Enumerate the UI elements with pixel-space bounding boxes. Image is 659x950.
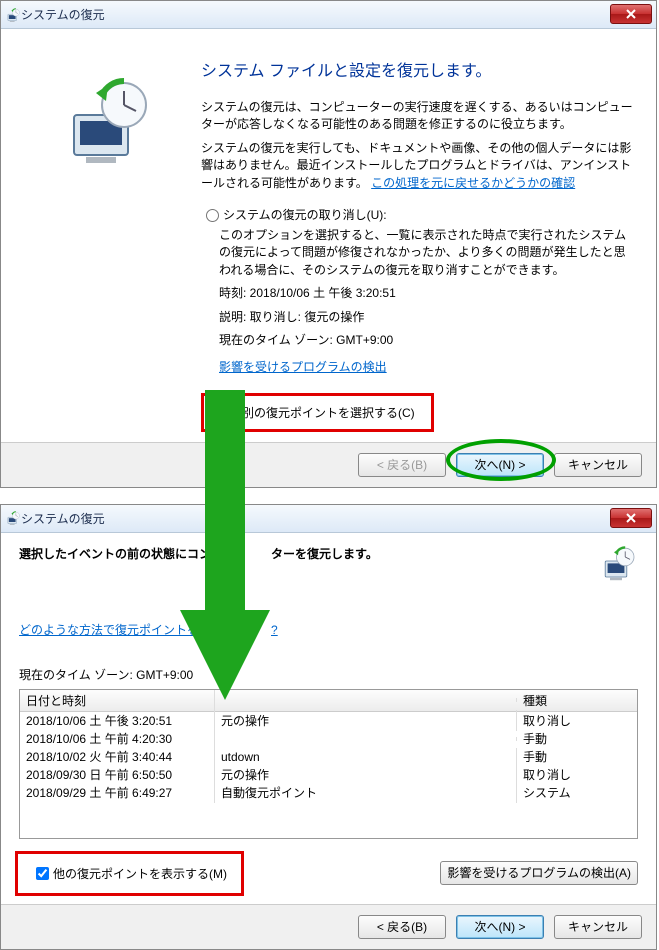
restore-icon [56, 75, 156, 165]
undo-tz-row: 現在のタイム ゾーン: GMT+9:00 [219, 332, 636, 349]
timezone-line: 現在のタイム ゾーン: GMT+9:00 [19, 666, 638, 683]
restore-points-table[interactable]: 日付と時刻 種類 2018/10/06 土 午後 3:20:51元の操作取り消し… [19, 689, 638, 839]
content-panel: システム ファイルと設定を復元します。 システムの復元は、コンピューターの実行速… [201, 45, 636, 432]
tz-label: 現在のタイム ゾーン: [219, 333, 336, 347]
dialog-system-restore-1: システムの復元 システム ファイルと設定を復元します。 システムの復元は、コンピ… [0, 0, 657, 488]
dialog-system-restore-2: システムの復元 選択したイベントの前の状態にコン ターを復元します。 どのような方… [0, 504, 657, 950]
checkbox-show-more-label: 他の復元ポイントを表示する(M) [53, 865, 227, 882]
howto-link-a: どのような方法で復元ポイントを選択 [19, 623, 223, 637]
radio-choose-label: 別の復元ポイントを選択する(C) [242, 404, 415, 421]
dialog-body: 選択したイベントの前の状態にコン ターを復元します。 どのような方法で復元ポイント… [1, 533, 656, 904]
table-row[interactable]: 2018/09/29 土 午前 6:49:27自動復元ポイントシステム [20, 784, 637, 802]
intro-paragraph-2: システムの復元を実行しても、ドキュメントや画像、その他の個人データには影響はあり… [201, 140, 636, 192]
tz-value: GMT+9:00 [336, 333, 393, 347]
undo-time-row: 時刻: 2018/10/06 土 午後 3:20:51 [219, 285, 636, 302]
page-heading: システム ファイルと設定を復元します。 [201, 57, 636, 81]
link-howto-choose[interactable]: どのような方法で復元ポイントを選択? [19, 623, 278, 637]
close-button[interactable] [610, 508, 652, 528]
button-bar: < 戻る(B) 次へ(N) > キャンセル [1, 904, 656, 949]
intro-paragraph-1: システムの復元は、コンピューターの実行速度を遅くする、あるいはコンピューターが応… [201, 99, 636, 134]
undo-desc-row: 説明: 取り消し: 復元の操作 [219, 309, 636, 326]
titlebar: システムの復元 [1, 1, 656, 29]
window-title: システムの復元 [21, 6, 105, 23]
table-header: 日付と時刻 種類 [20, 690, 637, 712]
highlight-box-show-more: 他の復元ポイントを表示する(M) [15, 851, 244, 896]
col-header-description[interactable] [215, 698, 517, 702]
cell-description: 元の操作 [215, 710, 517, 731]
col-header-type[interactable]: 種類 [517, 690, 637, 711]
heading-part-b: ターを復元します。 [271, 547, 378, 561]
cell-date: 2018/09/29 土 午前 6:49:27 [20, 782, 215, 803]
howto-link-b: ? [271, 623, 278, 637]
back-button[interactable]: < 戻る(B) [358, 915, 446, 939]
titlebar: システムの復元 [1, 505, 656, 533]
table-row[interactable]: 2018/10/06 土 午後 3:20:51元の操作取り消し [20, 712, 637, 730]
scan-link-row: 影響を受けるプログラムの検出 [219, 359, 636, 376]
heading-part-a: 選択したイベントの前の状態にコン [19, 547, 211, 561]
radio-undo-label: システムの復元の取り消し(U): [223, 206, 387, 223]
back-button: < 戻る(B) [358, 453, 446, 477]
close-icon [626, 513, 636, 523]
cell-description: utdown [215, 748, 517, 766]
radio-choose-point[interactable]: 別の復元ポイントを選択する(C) [220, 404, 415, 421]
heading-row: 選択したイベントの前の状態にコン ターを復元します。 [19, 545, 638, 581]
page-heading: 選択したイベントの前の状態にコン ターを復元します。 [19, 545, 378, 562]
highlight-box-choose-restore-point: 別の復元ポイントを選択する(C) [201, 393, 434, 432]
col-header-date[interactable]: 日付と時刻 [20, 690, 215, 711]
cancel-button[interactable]: キャンセル [554, 915, 642, 939]
link-confirm-reversible[interactable]: この処理を元に戻せるかどうかの確認 [371, 176, 575, 190]
time-value: 2018/10/06 土 午後 3:20:51 [250, 286, 396, 300]
table-row[interactable]: 2018/09/30 日 午前 6:50:50元の操作取り消し [20, 766, 637, 784]
scan-affected-programs-button[interactable]: 影響を受けるプログラムの検出(A) [440, 861, 638, 885]
desc-label: 説明: [219, 310, 250, 324]
cell-description [215, 737, 517, 741]
checkbox-show-more-input[interactable] [36, 867, 49, 880]
button-bar: < 戻る(B) 次へ(N) > キャンセル [1, 442, 656, 487]
close-icon [626, 9, 636, 19]
radio-choose-input[interactable] [225, 407, 238, 420]
radio-undo-input[interactable] [206, 209, 219, 222]
next-button[interactable]: 次へ(N) > [456, 453, 544, 477]
cancel-button[interactable]: キャンセル [554, 453, 642, 477]
checkbox-show-more-points[interactable]: 他の復元ポイントを表示する(M) [32, 864, 227, 883]
time-label: 時刻: [219, 286, 250, 300]
radio-undo-restore[interactable]: システムの復元の取り消し(U): [201, 206, 636, 223]
icon-panel [11, 45, 201, 432]
next-button[interactable]: 次へ(N) > [456, 915, 544, 939]
link-scan-affected-programs[interactable]: 影響を受けるプログラムの検出 [219, 360, 387, 374]
restore-icon [5, 7, 21, 23]
desc-value: 取り消し: 復元の操作 [250, 310, 365, 324]
table-body: 2018/10/06 土 午後 3:20:51元の操作取り消し2018/10/0… [20, 712, 637, 802]
howto-link-row: どのような方法で復元ポイントを選択? [19, 621, 638, 638]
restore-icon [598, 545, 638, 581]
window-title: システムの復元 [21, 510, 105, 527]
close-button[interactable] [610, 4, 652, 24]
cell-type: システム [517, 782, 637, 803]
undo-description: このオプションを選択すると、一覧に表示された時点で実行されたシステムの復元によっ… [219, 227, 636, 279]
dialog-body: システム ファイルと設定を復元します。 システムの復元は、コンピューターの実行速… [1, 29, 656, 442]
table-row[interactable]: 2018/10/02 火 午前 3:40:44utdown手動 [20, 748, 637, 766]
restore-icon [5, 510, 21, 526]
cell-description: 自動復元ポイント [215, 782, 517, 803]
table-row[interactable]: 2018/10/06 土 午前 4:20:30手動 [20, 730, 637, 748]
